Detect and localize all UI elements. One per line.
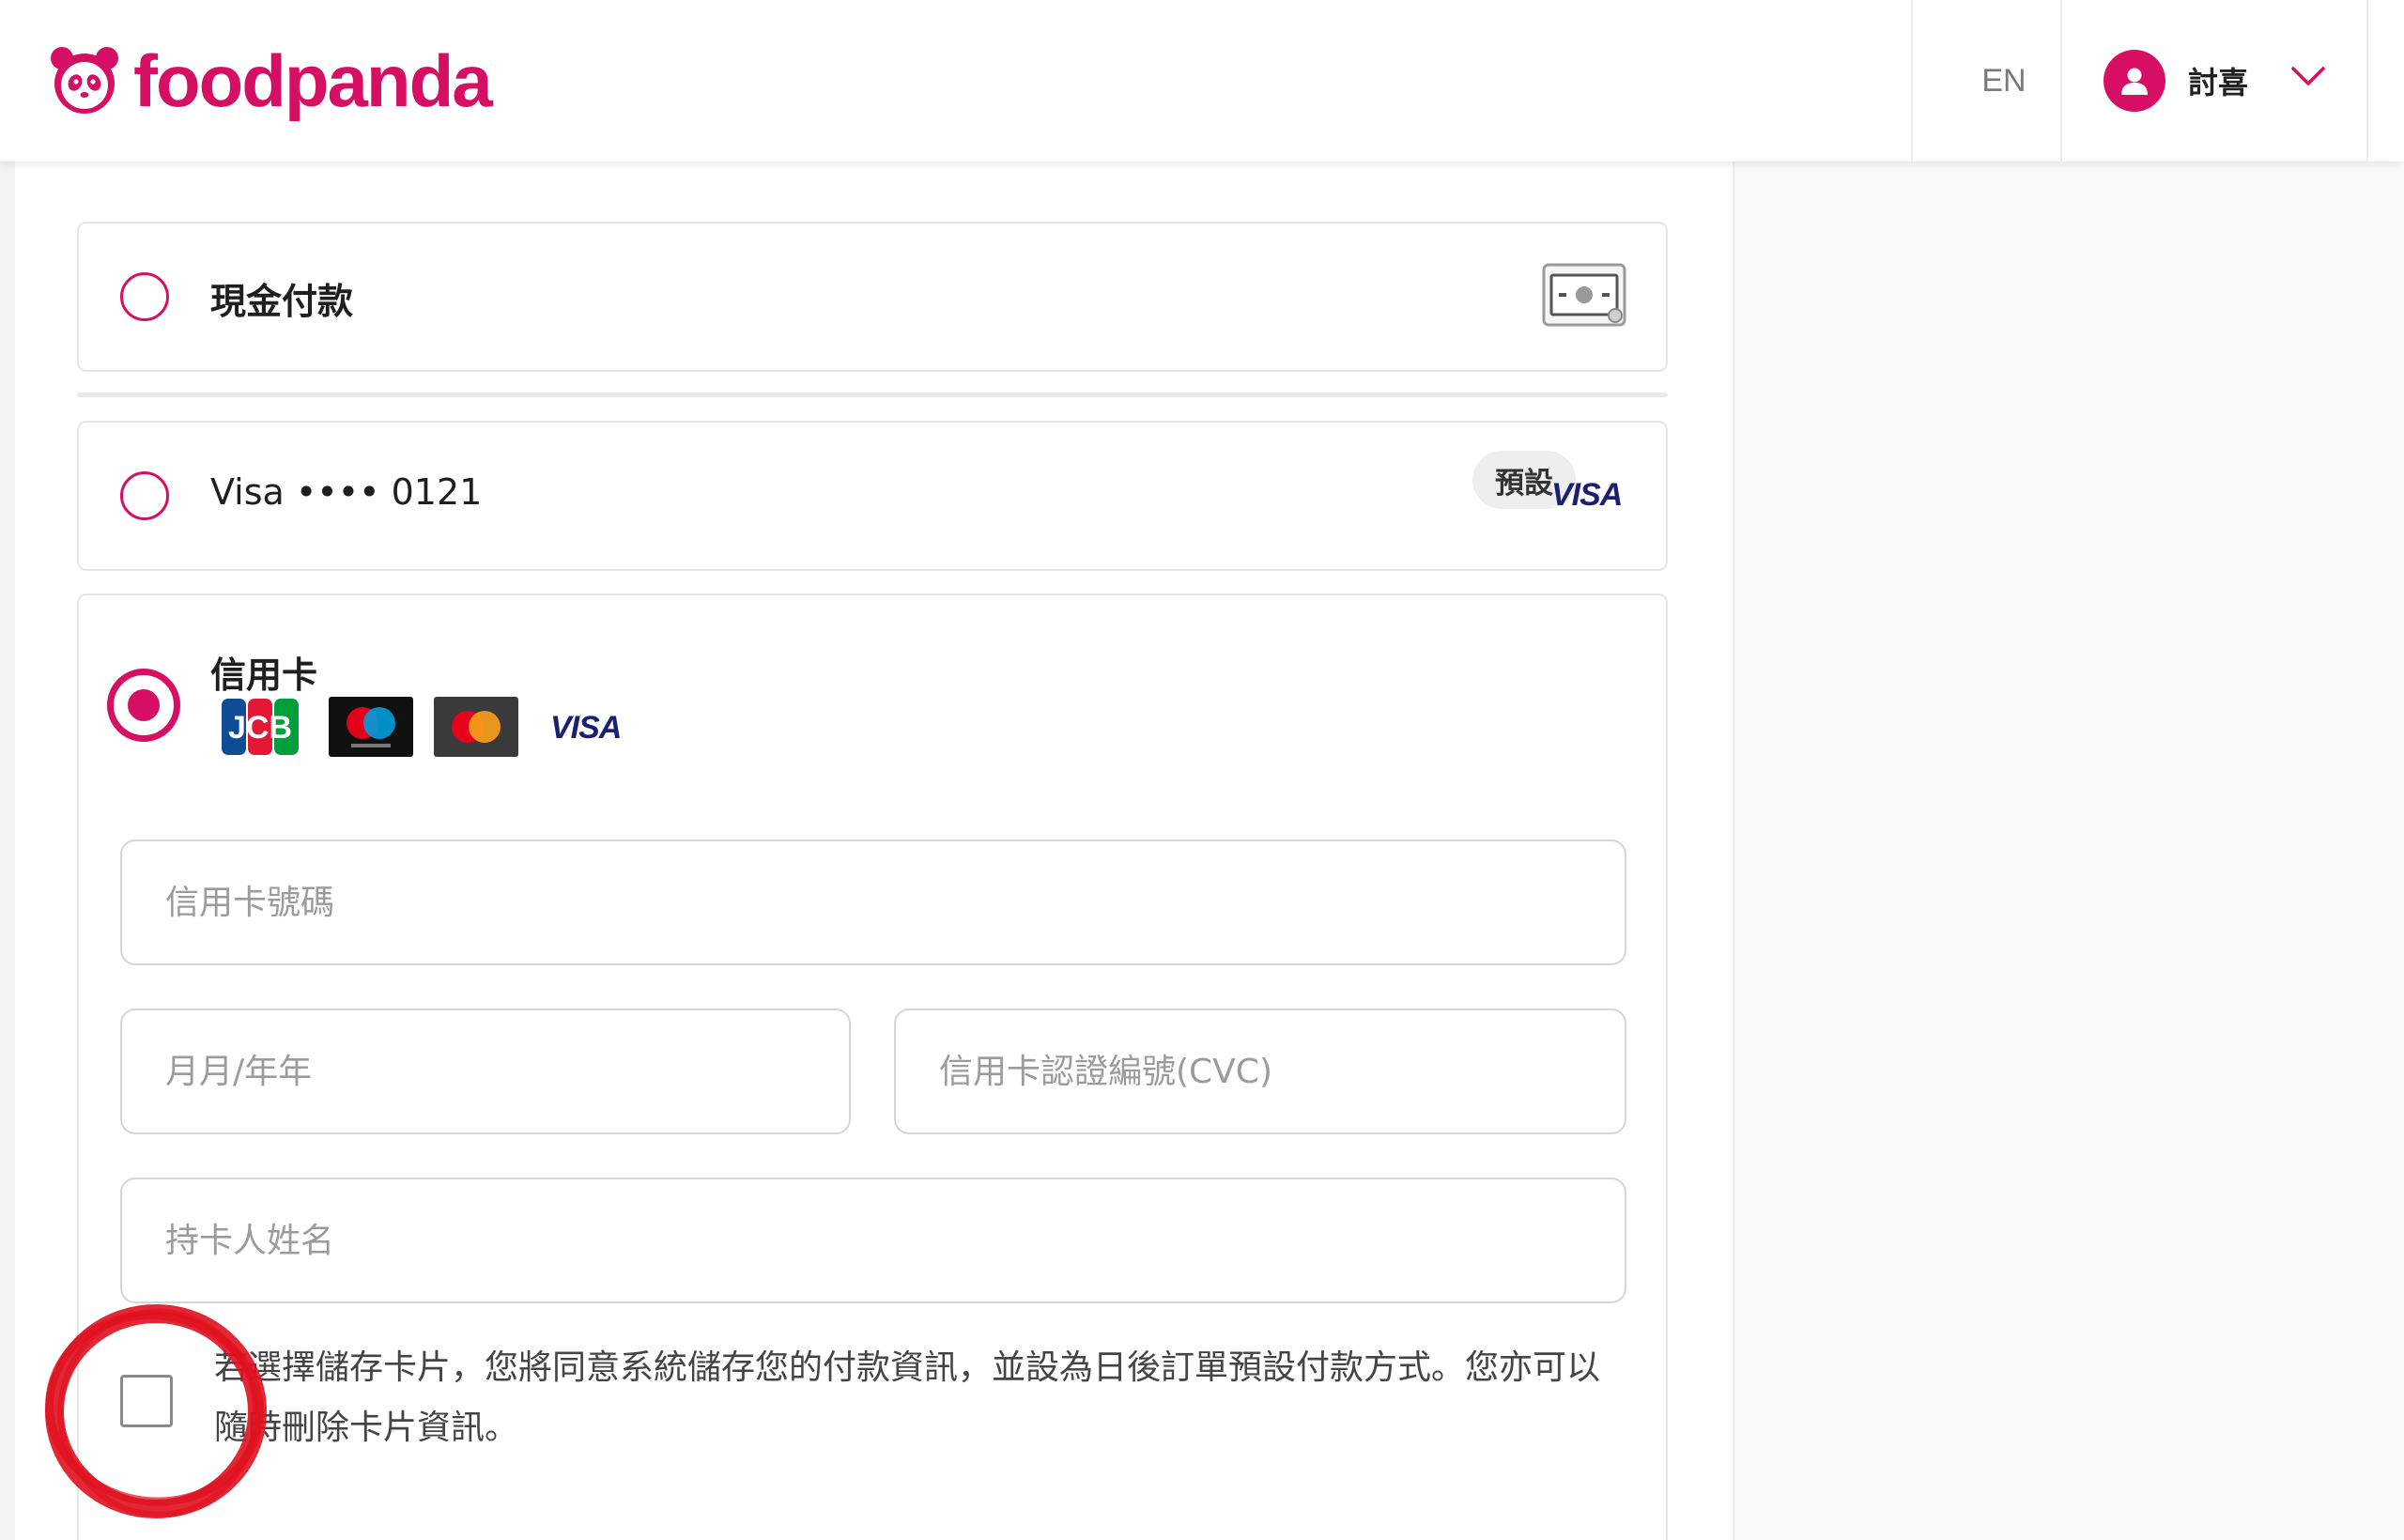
visa-icon: VISA xyxy=(1551,477,1623,513)
user-menu[interactable]: 討喜 xyxy=(2104,0,2366,162)
saved-card-radio[interactable] xyxy=(120,471,169,520)
card-number-input[interactable] xyxy=(120,839,1626,965)
credit-card-label: 信用卡 xyxy=(210,654,318,696)
visa-icon: VISA xyxy=(550,710,622,746)
top-header: foodpanda EN 討喜 xyxy=(0,0,2404,162)
jcb-icon: JCB xyxy=(222,699,299,755)
save-card-checkbox[interactable] xyxy=(120,1375,173,1427)
credit-card-radio[interactable] xyxy=(107,669,180,742)
chevron-down-icon[interactable] xyxy=(2289,64,2327,88)
payment-option-cash[interactable]: 現金付款 xyxy=(77,222,1668,372)
cash-label: 現金付款 xyxy=(210,281,354,322)
side-panel xyxy=(1733,162,2404,1540)
mastercard-icon xyxy=(434,697,518,757)
avatar xyxy=(2104,50,2165,112)
saved-card-label: Visa •••• 0121 xyxy=(210,471,483,513)
brand-name: foodpanda xyxy=(133,39,493,122)
user-name: 討喜 xyxy=(2188,65,2249,100)
header-divider xyxy=(2366,0,2368,162)
user-icon xyxy=(2121,68,2148,95)
language-switch[interactable]: EN xyxy=(1912,0,2096,162)
payment-option-saved-card[interactable]: Visa •••• 0121 預設 VISA xyxy=(77,421,1668,571)
cash-radio[interactable] xyxy=(120,272,169,321)
cvc-input[interactable] xyxy=(894,1009,1626,1134)
brand-logo[interactable]: foodpanda xyxy=(49,38,493,124)
panda-icon xyxy=(51,47,118,114)
header-divider xyxy=(2060,0,2062,162)
expiry-input[interactable] xyxy=(120,1009,851,1134)
cardholder-name-input[interactable] xyxy=(120,1178,1626,1303)
page-gutter xyxy=(0,162,15,1540)
svg-text:JCB: JCB xyxy=(228,710,292,746)
save-card-consent-text: 若選擇儲存卡片，您將同意系統儲存您的付款資訊，並設為日後訂單預設付款方式。您亦可… xyxy=(214,1348,1601,1447)
section-divider xyxy=(77,393,1668,397)
maestro-icon xyxy=(329,697,413,757)
cash-icon xyxy=(1542,263,1626,327)
